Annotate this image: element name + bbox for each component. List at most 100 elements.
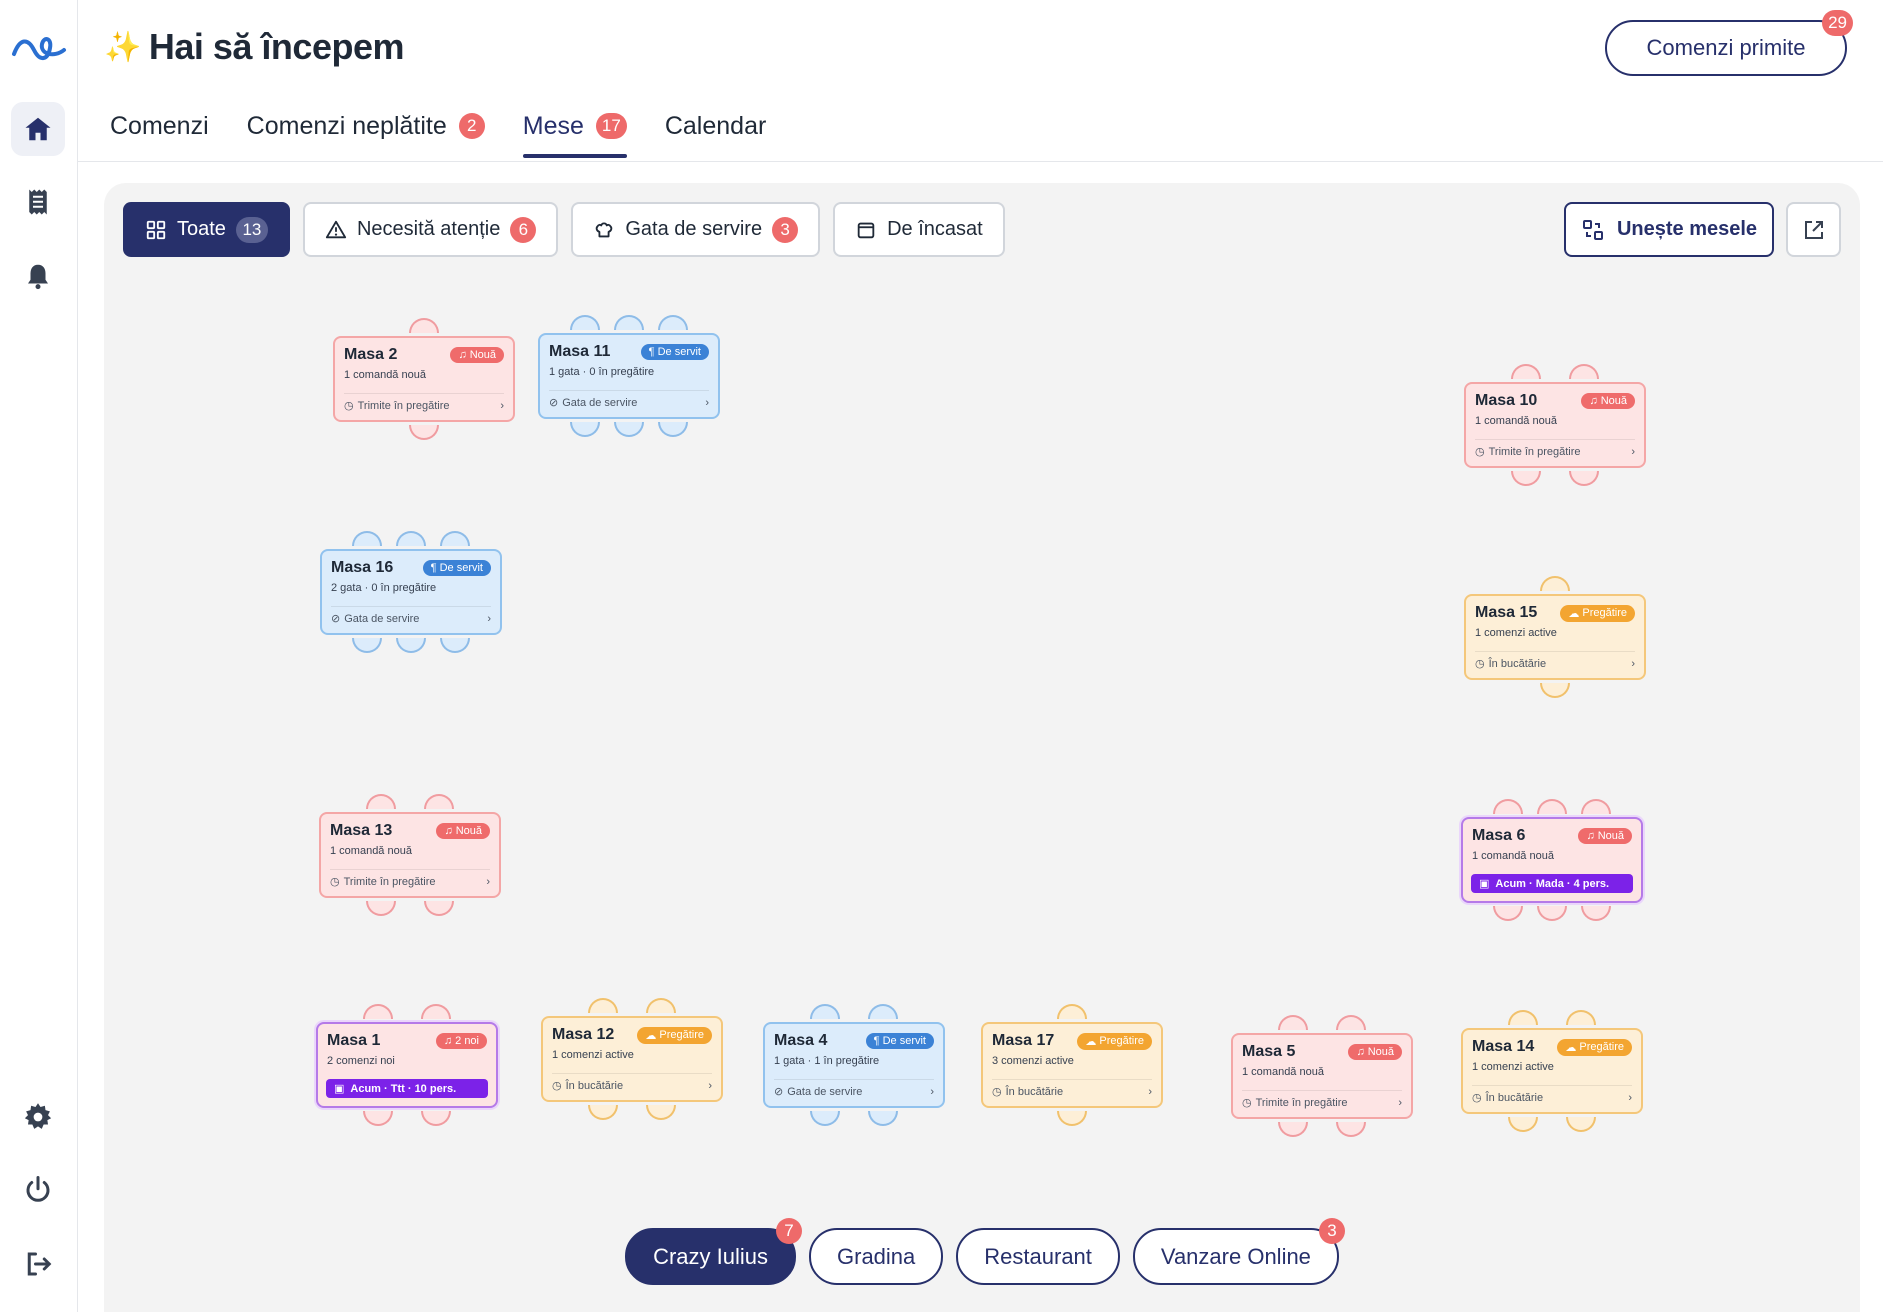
table-name: Masa 2 [344, 346, 398, 363]
table-card[interactable]: Masa 6 ♫ Nouă 1 comandă nouă ▣ Acum · Mada … [1461, 817, 1643, 903]
chair [1511, 471, 1541, 486]
area-count-badge: 3 [1318, 1218, 1345, 1244]
table-masa-15[interactable]: Masa 15 ☁ Pregătire 1 comenzi active ◷ În b… [1464, 576, 1646, 698]
table-masa-16[interactable]: Masa 16 ¶ De servit 2 gata · 0 în pregătir… [320, 531, 502, 653]
table-action[interactable]: ◷ În bucătărie › [1475, 651, 1635, 670]
area-vanzare-online[interactable]: Vanzare Online 3 [1132, 1218, 1345, 1285]
area-restaurant[interactable]: Restaurant [956, 1228, 1120, 1285]
table-masa-17[interactable]: Masa 17 ☁ Pregătire 3 comenzi active ◷ În b… [981, 1004, 1163, 1126]
table-action[interactable]: ◷ Trimite în pregătire › [330, 869, 490, 888]
chair [658, 422, 688, 437]
chair [1581, 906, 1611, 921]
merge-icon [1582, 219, 1603, 240]
table-summary: 1 gata · 0 în pregătire [549, 366, 655, 378]
filter-attention-button[interactable]: Necesită atenție 6 [302, 202, 559, 257]
home-icon[interactable] [11, 102, 65, 156]
tab-comenzi-neplatite[interactable]: Comenzi neplătite 2 [247, 104, 485, 154]
table-action[interactable]: ◷ Trimite în pregătire › [344, 393, 504, 412]
table-summary: 1 comenzi active [1472, 1061, 1554, 1073]
chevron-right-icon: › [1628, 1091, 1632, 1104]
tab-calendar[interactable]: Calendar [665, 104, 766, 154]
table-card[interactable]: Masa 17 ☁ Pregătire 3 comenzi active ◷ În b… [981, 1022, 1163, 1108]
power-icon[interactable] [11, 1163, 65, 1217]
table-card[interactable]: Masa 16 ¶ De servit 2 gata · 0 în pregătir… [320, 549, 502, 635]
status-badge: ♫ Nouă [436, 823, 490, 839]
status-badge: ♫ 2 noi [435, 1033, 487, 1049]
table-card[interactable]: Masa 12 ☁ Pregătire 1 comenzi active ◷ În b… [541, 1016, 723, 1102]
tab-label: Comenzi [110, 111, 209, 140]
table-name: Masa 5 [1242, 1043, 1296, 1060]
table-action[interactable]: ⊘ Gata de servire › [774, 1079, 934, 1098]
chair [1057, 1111, 1087, 1126]
table-card[interactable]: Masa 11 ¶ De servit 1 gata · 0 în pregătir… [538, 333, 720, 419]
sidebar [0, 0, 78, 1312]
chair [409, 425, 439, 440]
table-masa-1[interactable]: Masa 1 ♫ 2 noi 2 comenzi noi ▣ Acum · Ttt ·… [316, 1004, 498, 1126]
status-text: Pregătire [1579, 1041, 1624, 1053]
table-masa-14[interactable]: Masa 14 ☁ Pregătire 1 comenzi active ◷ În b… [1461, 1010, 1643, 1132]
chair [1057, 1004, 1087, 1019]
table-action[interactable]: ◷ În bucătărie › [1472, 1085, 1632, 1104]
filter-all-button[interactable]: Toate 13 [123, 202, 290, 257]
table-action[interactable]: ◷ Trimite în pregătire › [1242, 1090, 1402, 1109]
cutlery-icon: ¶ [873, 1035, 880, 1047]
table-masa-4[interactable]: Masa 4 ¶ De servit 1 gata · 1 în pregătire… [763, 1004, 945, 1126]
clock-icon: ◷ [330, 876, 340, 888]
status-text: Nouă [1597, 830, 1624, 842]
status-badge: ☁ Pregătire [637, 1026, 712, 1044]
header: ✨ Hai să începem Comenzi primite 29 Come… [78, 0, 1883, 162]
merge-tables-button[interactable]: Unește mesele [1564, 202, 1774, 257]
bell-icon[interactable] [11, 249, 65, 303]
open-external-icon[interactable] [1786, 202, 1841, 257]
chair [1511, 364, 1541, 379]
action-text: În bucătărie [565, 1079, 624, 1092]
tab-comenzi[interactable]: Comenzi [110, 104, 209, 154]
filter-ready-button[interactable]: Gata de servire 3 [571, 202, 821, 257]
chair [352, 638, 382, 653]
filter-label: Toate [177, 218, 226, 240]
table-masa-11[interactable]: Masa 11 ¶ De servit 1 gata · 0 în pregătir… [538, 315, 720, 437]
table-action[interactable]: ⊘ Gata de servire › [549, 390, 709, 409]
chair [1569, 364, 1599, 379]
table-card[interactable]: Masa 15 ☁ Pregătire 1 comenzi active ◷ În b… [1464, 594, 1646, 680]
table-masa-5[interactable]: Masa 5 ♫ Nouă 1 comandă nouă ◷ Trimite în p… [1231, 1015, 1413, 1137]
chair [1537, 906, 1567, 921]
table-summary: 1 gata · 1 în pregătire [774, 1055, 880, 1067]
settings-gear-icon[interactable] [11, 1090, 65, 1144]
table-masa-10[interactable]: Masa 10 ♫ Nouă 1 comandă nouă ◷ Trimite în … [1464, 364, 1646, 486]
table-masa-2[interactable]: Masa 2 ♫ Nouă 1 comandă nouă ◷ Trimite în p… [333, 318, 515, 440]
wallet-icon [857, 222, 875, 238]
table-summary: 1 comenzi active [552, 1049, 634, 1061]
table-action[interactable]: ◷ În bucătărie › [552, 1073, 712, 1092]
table-card[interactable]: Masa 13 ♫ Nouă 1 comandă nouă ◷ Trimite în … [319, 812, 501, 898]
table-card[interactable]: Masa 2 ♫ Nouă 1 comandă nouă ◷ Trimite în p… [333, 336, 515, 422]
table-masa-12[interactable]: Masa 12 ☁ Pregătire 1 comenzi active ◷ În b… [541, 998, 723, 1120]
received-orders-badge: 29 [1822, 10, 1853, 36]
table-card[interactable]: Masa 1 ♫ 2 noi 2 comenzi noi ▣ Acum · Ttt ·… [316, 1022, 498, 1108]
received-orders-button[interactable]: Comenzi primite 29 [1605, 10, 1853, 76]
chef-hat-icon: ☁ [1085, 1035, 1097, 1048]
table-card[interactable]: Masa 5 ♫ Nouă 1 comandă nouă ◷ Trimite în p… [1231, 1033, 1413, 1119]
tab-mese[interactable]: Mese 17 [522, 104, 627, 158]
area-gradina[interactable]: Gradina [809, 1228, 944, 1285]
reservation-bar[interactable]: ▣ Acum · Mada · 4 pers. [1471, 874, 1633, 893]
table-action[interactable]: ◷ Trimite în pregătire › [1475, 439, 1635, 458]
chair [1493, 906, 1523, 921]
area-crazy-iulius[interactable]: Crazy Iulius 7 [625, 1218, 802, 1285]
table-masa-6[interactable]: Masa 6 ♫ Nouă 1 comandă nouă ▣ Acum · Mada … [1461, 799, 1643, 921]
receipt-icon[interactable] [11, 175, 65, 229]
reservation-bar[interactable]: ▣ Acum · Ttt · 10 pers. [326, 1079, 488, 1098]
chevron-right-icon: › [930, 1085, 934, 1098]
tab-label: Calendar [664, 111, 767, 140]
status-badge: ♫ Nouă [450, 347, 504, 363]
table-masa-13[interactable]: Masa 13 ♫ Nouă 1 comandă nouă ◷ Trimite în … [319, 794, 501, 916]
chevron-right-icon: › [1148, 1085, 1152, 1098]
table-card[interactable]: Masa 10 ♫ Nouă 1 comandă nouă ◷ Trimite în … [1464, 382, 1646, 468]
logout-icon[interactable] [11, 1237, 65, 1291]
table-card[interactable]: Masa 14 ☁ Pregătire 1 comenzi active ◷ În b… [1461, 1028, 1643, 1114]
chef-hat-icon: ☁ [645, 1029, 657, 1042]
table-action[interactable]: ⊘ Gata de servire › [331, 606, 491, 625]
table-action[interactable]: ◷ În bucătărie › [992, 1079, 1152, 1098]
filter-to-collect-button[interactable]: De încasat [833, 202, 1005, 257]
table-card[interactable]: Masa 4 ¶ De servit 1 gata · 1 în pregătire… [763, 1022, 945, 1108]
